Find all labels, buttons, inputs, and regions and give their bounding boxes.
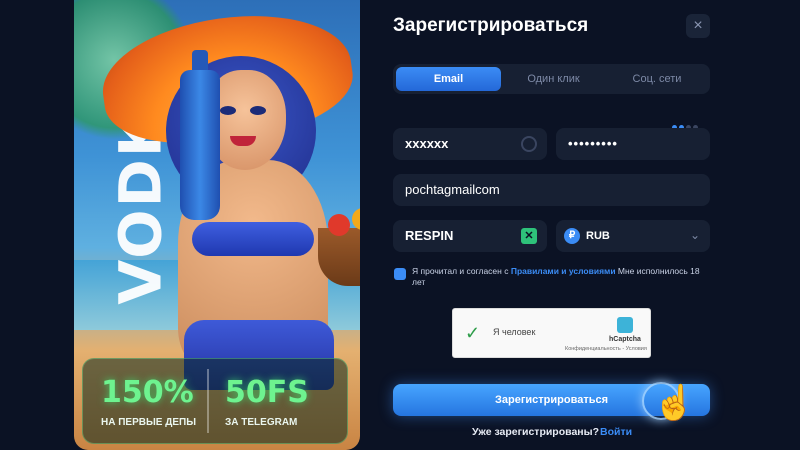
tab-email[interactable]: Email <box>396 67 501 91</box>
email-value: pochtagmailcom <box>405 182 500 197</box>
login-link[interactable]: Войти <box>600 426 632 438</box>
currency-select[interactable]: ₽ RUB ⌄ <box>556 220 710 252</box>
hcaptcha-brand: hCaptcha <box>609 336 641 343</box>
pointing-hand-icon: ☝ <box>653 384 696 422</box>
bottle-illustration <box>180 70 220 220</box>
promo-code-value: RESPIN <box>405 228 454 243</box>
registration-tabs: Email Один клик Соц. сети <box>393 64 710 94</box>
bonus-percent-caption: НА ПЕРВЫЕ ДЕПЫ <box>101 417 196 428</box>
login-field[interactable]: xxxxxx <box>393 128 547 160</box>
hcaptcha-widget[interactable]: ✓ Я человек hCaptcha Конфиденциальность … <box>452 308 651 358</box>
tab-one-click[interactable]: Один клик <box>501 67 606 91</box>
terms-checkbox[interactable] <box>394 268 406 280</box>
hcaptcha-logo-icon <box>617 317 633 333</box>
hcaptcha-privacy-terms[interactable]: Конфиденциальность - Условия <box>565 346 647 352</box>
close-icon: × <box>693 17 703 34</box>
close-button[interactable]: × <box>686 14 710 38</box>
promo-code-icon: ✕ <box>521 228 537 244</box>
bonus-percent: 150% <box>101 375 194 410</box>
bonus-freespins: 50FS <box>225 375 309 410</box>
bonus-freespins-caption: ЗА TELEGRAM <box>225 417 298 428</box>
terms-prefix: Я прочитал и согласен с <box>412 266 511 276</box>
already-registered-text: Уже зарегистрированы? <box>472 426 600 438</box>
password-value: ••••••••• <box>568 136 618 151</box>
terms-link[interactable]: Правилами и условиями <box>511 266 616 276</box>
email-field[interactable]: pochtagmailcom <box>393 174 710 206</box>
fruit <box>328 214 350 236</box>
login-value: xxxxxx <box>405 136 449 151</box>
checkmark-icon: ✓ <box>465 323 481 343</box>
tab-social[interactable]: Соц. сети <box>606 67 708 91</box>
character-top <box>192 222 314 256</box>
password-field[interactable]: ••••••••• <box>556 128 710 160</box>
page-title: Зарегистрироваться <box>393 15 589 36</box>
ruble-icon: ₽ <box>564 228 580 244</box>
bonus-divider <box>207 369 209 433</box>
promo-code-field[interactable]: RESPIN ✕ <box>393 220 547 252</box>
fruit <box>352 208 360 230</box>
currency-value: RUB <box>586 230 610 242</box>
character-eye <box>220 106 236 115</box>
chevron-down-icon: ⌄ <box>689 228 700 242</box>
generate-icon[interactable] <box>521 136 537 152</box>
bonus-card: 150% НА ПЕРВЫЕ ДЕПЫ 50FS ЗА TELEGRAM <box>82 358 348 444</box>
character-eye <box>250 106 266 115</box>
terms-text: Я прочитал и согласен с Правилами и усло… <box>412 266 708 288</box>
captcha-label: Я человек <box>493 327 536 337</box>
